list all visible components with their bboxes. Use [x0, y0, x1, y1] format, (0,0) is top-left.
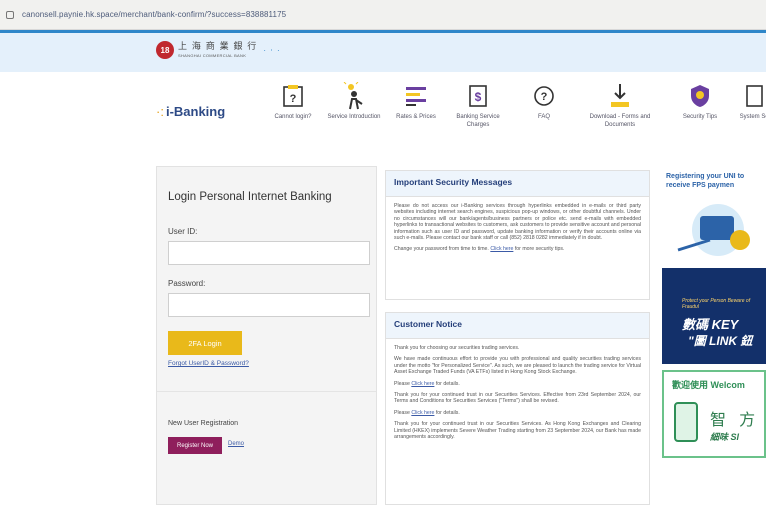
- security-title: Important Security Messages: [386, 171, 649, 197]
- notice-text-1: Thank you for choosing our securities tr…: [394, 345, 520, 351]
- notice-text-3: Please Click here for details.: [394, 380, 460, 387]
- welcome-text: 歡迎使用 Welcom: [672, 380, 745, 390]
- bank-logo[interactable]: 18 上 海 商 業 銀 行 SHANGHAI COMMERCIAL BANK …: [156, 41, 281, 59]
- promo-sub-text: 細味 SI: [710, 432, 740, 442]
- security-text: Please do not access our i-Banking servi…: [394, 203, 641, 242]
- user-id-label: User ID:: [168, 227, 198, 236]
- phone-icon: [674, 402, 698, 442]
- notice-text-6: Thank you for your continued trust in ou…: [394, 421, 641, 441]
- notice-details-link-1[interactable]: Click here: [411, 381, 434, 387]
- nav-faq[interactable]: ? FAQ: [512, 82, 576, 121]
- password-label: Password:: [168, 279, 206, 288]
- bank-name-en: SHANGHAI COMMERCIAL BANK: [178, 52, 247, 58]
- bank-name-zh: 上 海 商 業 銀 行: [178, 41, 258, 52]
- notice-details-link-2[interactable]: Click here: [411, 410, 434, 416]
- notice-text-2: We have made continuous effort to provid…: [394, 356, 641, 376]
- url-text[interactable]: canonsell.paynie.hk.space/merchant/bank-…: [22, 10, 286, 19]
- promo-zh-text: 智 方: [710, 410, 760, 429]
- dollar-doc-icon: $: [465, 82, 491, 110]
- user-id-input[interactable]: [168, 241, 370, 265]
- security-tips-link[interactable]: Click here: [490, 246, 513, 252]
- nav-rates-prices[interactable]: Rates & Prices: [384, 82, 448, 121]
- decor-dots-icon: · ‧ ·: [263, 45, 281, 55]
- svg-text:$: $: [475, 90, 482, 104]
- fps-promo-banner[interactable]: Registering your UNI to receive FPS paym…: [662, 166, 766, 262]
- brand-star-icon: ·:: [156, 104, 164, 119]
- address-bar[interactable]: canonsell.paynie.hk.space/merchant/bank-…: [0, 0, 766, 30]
- question-doc-icon: ?: [280, 82, 306, 110]
- customer-notice-panel: Customer Notice Thank you for choosing o…: [385, 312, 650, 505]
- digital-key-line1: 數碼 KEY: [682, 317, 739, 332]
- nav-service-introduction[interactable]: Service Introduction: [322, 82, 386, 121]
- notice-text-5: Please Click here for details.: [394, 409, 460, 416]
- login-title: Login Personal Internet Banking: [168, 191, 332, 203]
- new-user-label: New User Registration: [168, 420, 239, 427]
- security-messages-panel: Important Security Messages Please do no…: [385, 170, 650, 300]
- lightbulb-person-icon: [341, 82, 367, 110]
- forgot-password-link[interactable]: Forgot UserID & Password?: [168, 360, 249, 367]
- customer-notice-title: Customer Notice: [386, 313, 649, 339]
- digital-key-promo-banner[interactable]: Protect your Person Beware of Fraudul 數碼…: [662, 268, 766, 364]
- register-now-button[interactable]: Register Now: [168, 437, 222, 454]
- header-band: 18 上 海 商 業 銀 行 SHANGHAI COMMERCIAL BANK …: [0, 30, 766, 72]
- nav-banking-service-charges[interactable]: $ Banking Service Charges: [446, 82, 510, 129]
- welcome-promo-banner[interactable]: 歡迎使用 Welcom 智 方 細味 SI: [662, 370, 766, 458]
- digital-key-line2: "圖 LINK 鈕: [688, 334, 753, 348]
- lock-icon: [6, 10, 14, 19]
- 2fa-login-button[interactable]: 2FA Login: [168, 331, 242, 355]
- ibanking-brand: ·: i-Banking: [156, 104, 226, 119]
- bank-seal-icon: 18: [156, 41, 174, 59]
- password-input[interactable]: [168, 293, 370, 317]
- faq-question-icon: ?: [531, 82, 557, 110]
- fps-promo-title: Registering your UNI to receive FPS paym…: [666, 173, 745, 189]
- divider: [157, 391, 376, 392]
- notice-text-4: Thank you for your continued trust in ou…: [394, 392, 641, 405]
- nav-system[interactable]: System Sc: [722, 82, 766, 121]
- nav-download-forms[interactable]: Download - Forms and Documents: [588, 82, 652, 129]
- rates-bars-icon: [403, 82, 429, 110]
- digital-key-tagline: Protect your Person Beware of Fraudul: [682, 298, 751, 310]
- system-doc-icon: [741, 82, 766, 110]
- security-tip: Change your password from time to time. …: [394, 246, 565, 253]
- shield-icon: [687, 82, 713, 110]
- svg-text:?: ?: [290, 93, 297, 105]
- login-panel: Login Personal Internet Banking User ID:…: [156, 166, 377, 505]
- nav-cannot-login[interactable]: ? Cannot login?: [261, 82, 325, 121]
- download-icon: [607, 82, 633, 110]
- demo-link[interactable]: Demo: [228, 441, 244, 447]
- svg-text:?: ?: [541, 91, 548, 103]
- fps-illustration-icon: [677, 204, 750, 256]
